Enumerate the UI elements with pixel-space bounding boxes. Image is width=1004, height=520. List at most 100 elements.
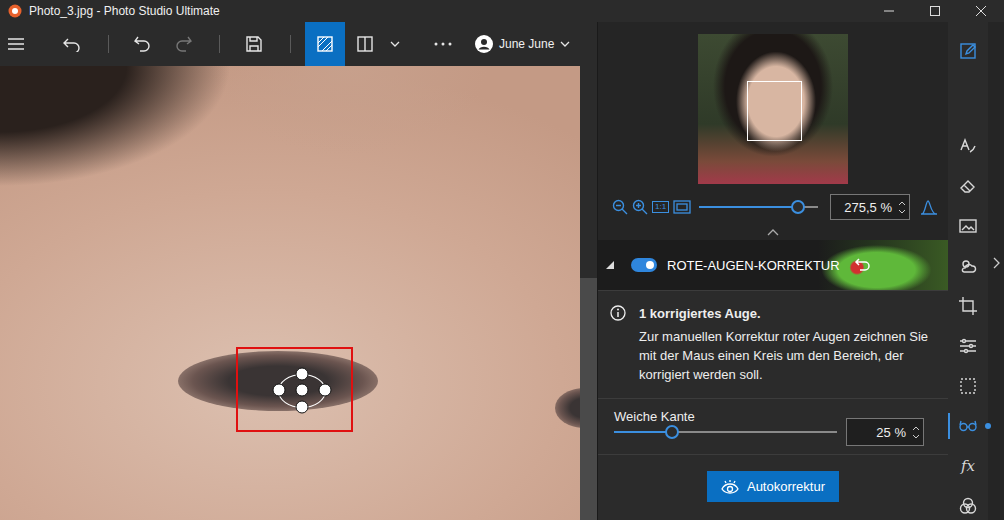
info-title: 1 korrigiertes Auge. <box>639 304 938 323</box>
view-icon <box>317 36 333 52</box>
spin-down-icon <box>898 209 906 214</box>
hamburger-icon <box>8 38 24 50</box>
zoom-1-1-button[interactable]: 1:1 <box>652 201 669 213</box>
photo-canvas[interactable] <box>0 66 580 520</box>
resize-handle[interactable] <box>296 368 309 381</box>
fit-screen-icon[interactable] <box>673 200 691 214</box>
collapse-navigator-button[interactable] <box>767 225 779 239</box>
app-window: Photo_3.jpg - Photo Studio Ultimate June… <box>0 0 1004 520</box>
close-button[interactable] <box>958 0 1004 22</box>
spin-up-icon <box>898 201 906 206</box>
soft-edge-control: Weiche Kante 25 % <box>598 399 948 455</box>
undo-icon <box>134 36 152 52</box>
resize-handle[interactable] <box>319 384 332 397</box>
adjust-icon <box>958 336 978 356</box>
auto-correct-label: Autokorrektur <box>747 479 825 494</box>
redeye-icon <box>958 416 978 436</box>
user-name: June June <box>499 37 554 51</box>
user-menu[interactable]: June June <box>475 35 570 53</box>
view-frame[interactable] <box>747 81 802 141</box>
eraser-icon <box>958 176 978 196</box>
zoom-value: 275,5 % <box>844 200 892 215</box>
redo-button[interactable] <box>163 22 203 66</box>
minimize-icon <box>884 6 894 16</box>
window-title: Photo_3.jpg - Photo Studio Ultimate <box>29 4 220 18</box>
spin-down-icon <box>912 434 920 439</box>
vertical-scrollbar[interactable] <box>580 66 597 520</box>
spinner[interactable] <box>898 201 906 214</box>
navigator-thumbnail[interactable] <box>698 34 848 184</box>
expand-sidebar-strip[interactable] <box>988 22 1004 520</box>
select-icon <box>958 376 978 396</box>
spin-up-icon <box>912 426 920 431</box>
single-view-button[interactable] <box>305 22 345 66</box>
info-icon <box>610 305 626 321</box>
minimize-button[interactable] <box>866 0 912 22</box>
sidebar-item[interactable] <box>953 291 983 321</box>
auto-correct-button[interactable]: Autokorrektur <box>707 471 839 502</box>
zoom-slider[interactable] <box>699 199 818 215</box>
section-toggle[interactable] <box>631 258 657 272</box>
menu-button[interactable] <box>0 22 32 66</box>
photo-eye <box>178 351 378 411</box>
info-text: Zur manuellen Korrektur roter Augen zeic… <box>639 327 938 384</box>
active-dot <box>985 423 991 429</box>
move-handle[interactable] <box>296 384 309 397</box>
sidebar-item[interactable] <box>953 36 983 66</box>
more-button[interactable] <box>423 22 463 66</box>
active-indicator <box>948 413 950 439</box>
sidebar-item[interactable] <box>953 131 983 161</box>
sidebar-item[interactable] <box>953 491 983 520</box>
slider-knob[interactable] <box>665 425 679 439</box>
edit-icon <box>958 41 978 61</box>
spinner[interactable] <box>912 426 920 439</box>
red-eye-selection[interactable] <box>236 347 353 432</box>
slider-knob[interactable] <box>791 200 805 214</box>
expand-triangle-icon[interactable] <box>606 261 614 269</box>
app-logo-icon <box>8 4 22 18</box>
frame-icon <box>958 216 978 236</box>
close-icon <box>976 6 986 16</box>
tool-sidebar: fx <box>948 22 988 520</box>
toolbar: June June <box>0 22 597 66</box>
scroll-thumb[interactable] <box>580 278 597 520</box>
crop-icon <box>958 296 978 316</box>
undo-button[interactable] <box>123 22 163 66</box>
reset-icon[interactable] <box>854 257 872 273</box>
section-header[interactable]: ROTE-AUGEN-KORREKTUR <box>598 240 948 290</box>
redo-icon <box>174 36 192 52</box>
sidebar-item[interactable] <box>953 251 983 281</box>
histogram-icon[interactable] <box>920 199 938 215</box>
weather-icon <box>958 256 978 276</box>
zoom-input[interactable]: 275,5 % <box>830 194 910 220</box>
sidebar-item[interactable] <box>953 171 983 201</box>
edit-panel: 1:1 275,5 % ROTE-AUGEN-KORREKTUR 1 korri… <box>597 22 948 520</box>
photo-eye <box>555 388 580 428</box>
avatar-icon <box>475 35 493 53</box>
chevron-up-icon <box>767 229 779 236</box>
resize-handle[interactable] <box>273 384 286 397</box>
maximize-button[interactable] <box>912 0 958 22</box>
eye-icon <box>721 480 739 494</box>
view-dropdown[interactable] <box>385 22 405 66</box>
sidebar-item[interactable] <box>953 211 983 241</box>
fx-label: fx <box>961 457 975 475</box>
save-icon <box>246 36 262 52</box>
soft-edge-input[interactable]: 25 % <box>846 418 924 446</box>
resize-handle[interactable] <box>296 401 309 414</box>
sidebar-item[interactable] <box>953 331 983 361</box>
save-button[interactable] <box>234 22 274 66</box>
maximize-icon <box>930 6 940 16</box>
circles-icon <box>958 496 978 516</box>
sidebar-item[interactable] <box>953 411 983 441</box>
compare-view-button[interactable] <box>345 22 385 66</box>
sidebar-item[interactable] <box>953 371 983 401</box>
back-arrow-icon <box>63 36 81 52</box>
sidebar-item[interactable]: fx <box>953 451 983 481</box>
back-button[interactable] <box>52 22 92 66</box>
zoom-in-icon[interactable] <box>632 199 648 215</box>
title-bar: Photo_3.jpg - Photo Studio Ultimate <box>0 0 1004 22</box>
chevron-right-icon <box>993 257 1000 269</box>
zoom-out-icon[interactable] <box>612 199 628 215</box>
soft-edge-slider[interactable] <box>614 424 837 440</box>
